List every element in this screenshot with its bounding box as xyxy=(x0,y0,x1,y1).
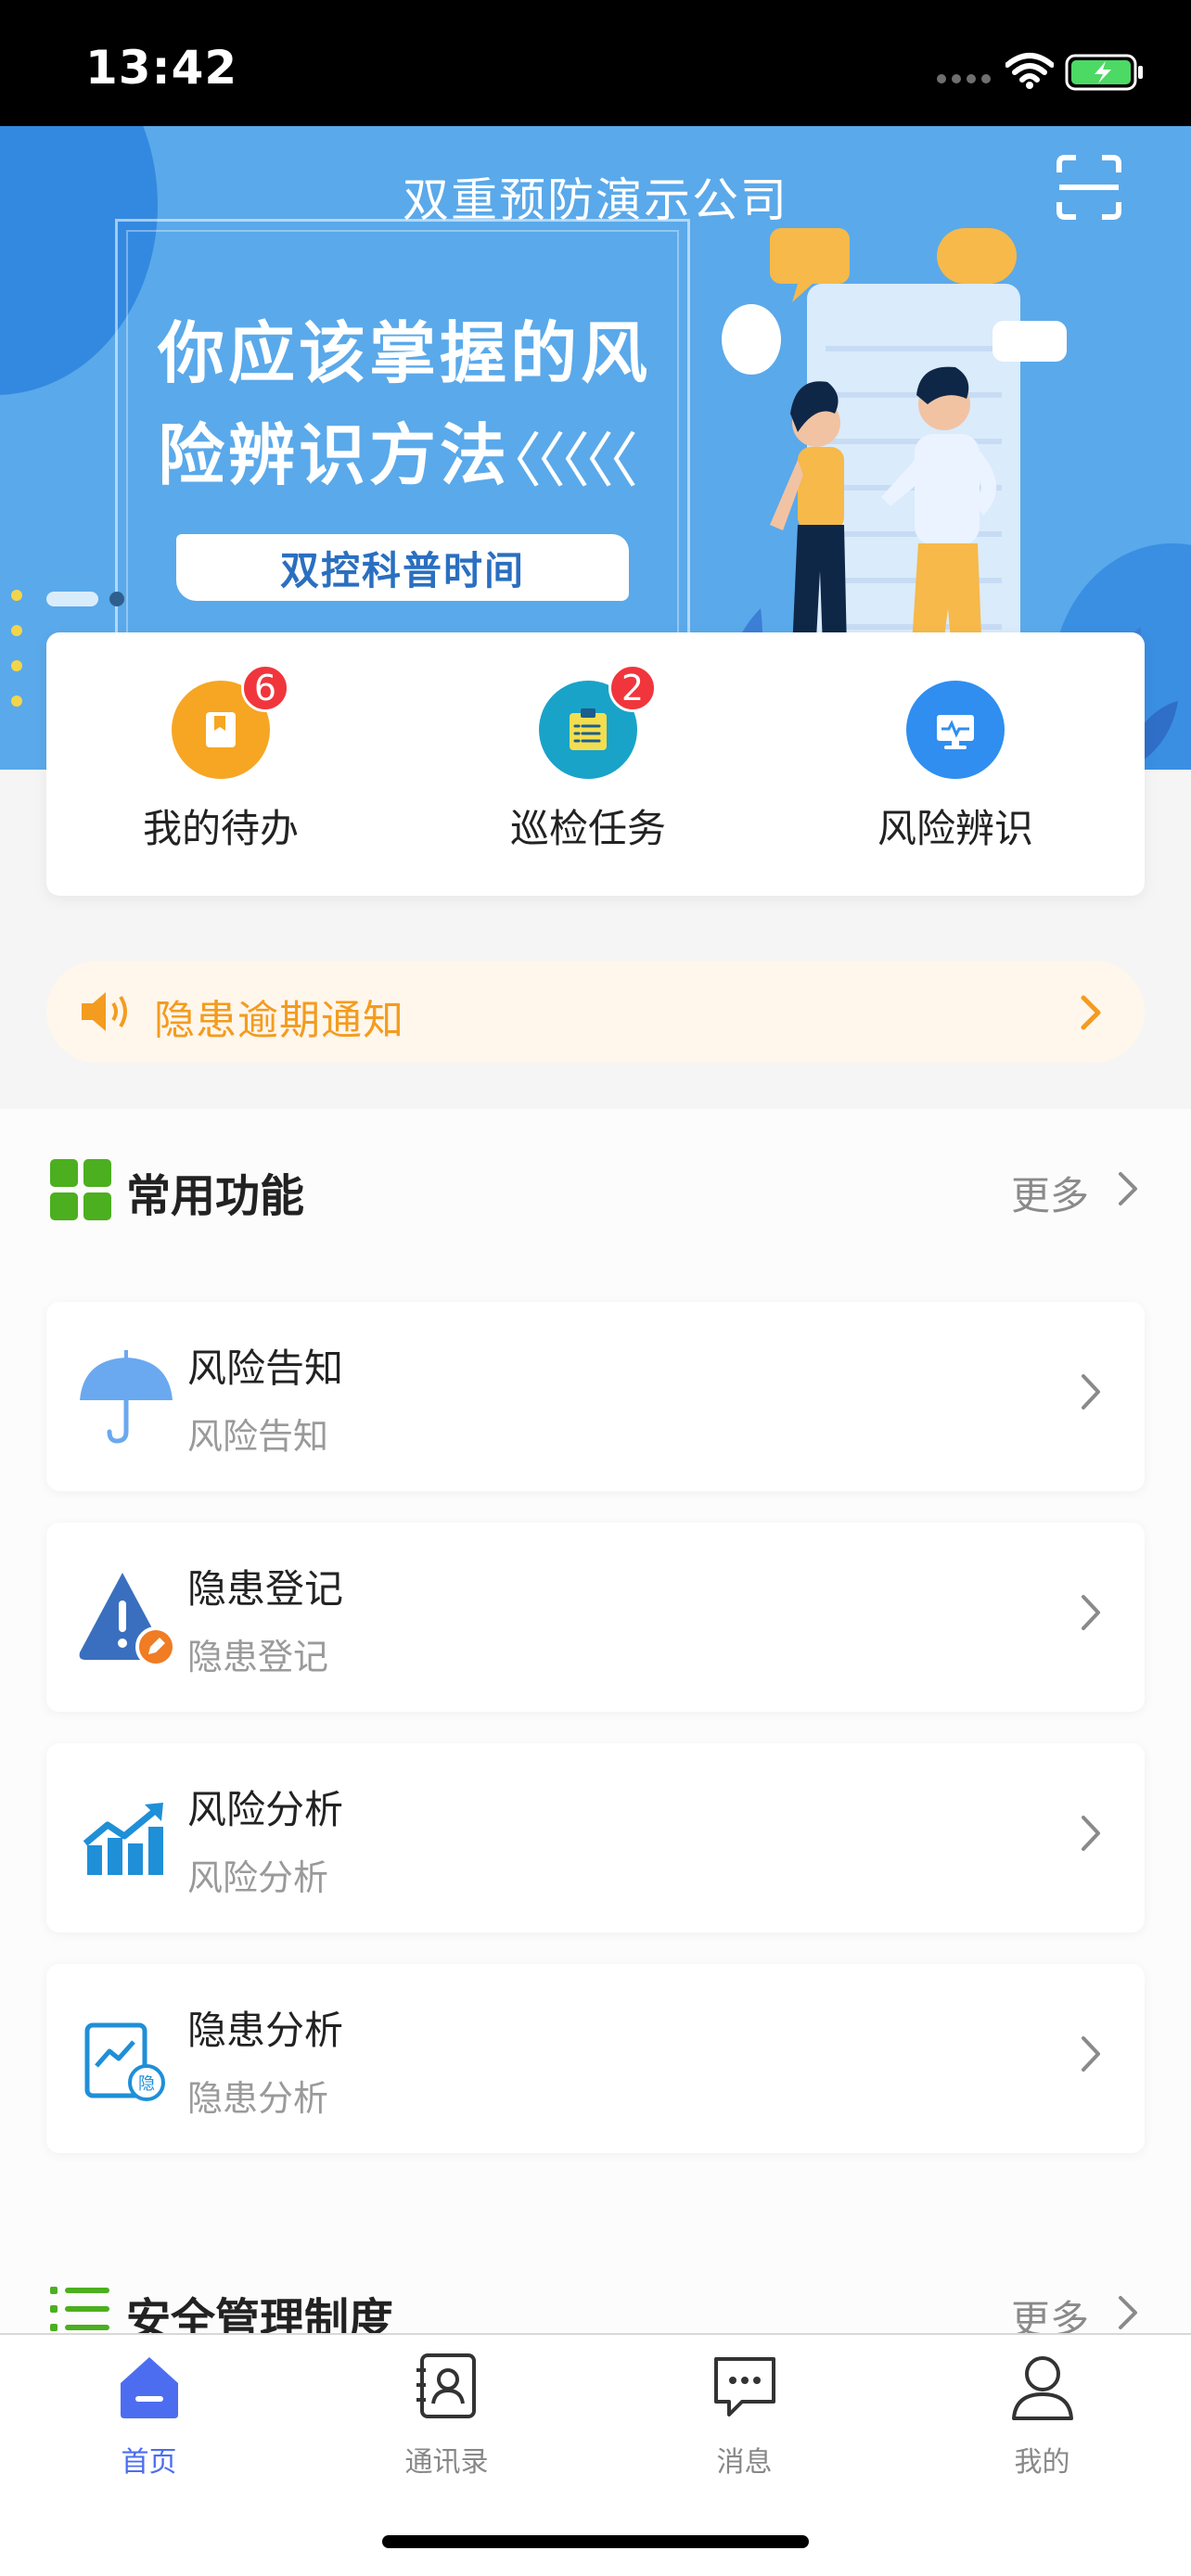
quick-action-todo[interactable]: 6 我的待办 xyxy=(63,632,378,896)
function-risk-notice[interactable]: 风险告知 风险告知 xyxy=(46,1302,1145,1491)
grid-icon xyxy=(50,1159,111,1220)
message-icon xyxy=(714,2357,775,2417)
tab-contacts[interactable]: 通讯录 xyxy=(298,2348,596,2479)
function-subtitle: 风险告知 xyxy=(187,1416,329,1457)
quick-action-label: 我的待办 xyxy=(142,806,299,851)
scan-icon[interactable] xyxy=(1056,154,1122,221)
signal-icon xyxy=(937,74,991,83)
banner-headline-2: 险辨识方法 xyxy=(158,416,511,494)
tab-label: 我的 xyxy=(1014,2446,1070,2479)
tab-label: 消息 xyxy=(716,2446,773,2479)
tab-profile[interactable]: 我的 xyxy=(893,2348,1191,2479)
section-title: 常用功能 xyxy=(126,1170,305,1222)
svg-text:隐: 隐 xyxy=(138,2074,155,2094)
banner-headline-1: 你应该掌握的风 xyxy=(158,314,652,392)
chevron-right-icon xyxy=(1082,1595,1100,1630)
function-subtitle: 隐患分析 xyxy=(187,2078,329,2119)
overdue-notice-bar[interactable]: 隐患逾期通知 xyxy=(46,961,1145,1063)
home-indicator xyxy=(382,2535,809,2548)
umbrella-icon xyxy=(80,1350,173,1444)
main-content xyxy=(0,1109,1191,2339)
function-title: 隐患分析 xyxy=(187,2008,344,2053)
chevron-right-icon xyxy=(1082,1816,1100,1851)
report-analysis-icon: 隐 xyxy=(84,2022,165,2101)
function-hazard-register[interactable]: 隐患登记 隐患登记 xyxy=(46,1523,1145,1712)
wifi-icon xyxy=(1005,53,1054,89)
tab-messages[interactable]: 消息 xyxy=(596,2348,893,2479)
chevron-right-icon xyxy=(1082,2036,1100,2072)
list-icon xyxy=(50,2287,109,2331)
user-icon xyxy=(1012,2356,1073,2420)
function-subtitle: 风险分析 xyxy=(187,1857,329,1898)
quick-action-inspection[interactable]: 2 巡检任务 xyxy=(430,632,746,896)
common-functions-header: 常用功能 更多 xyxy=(46,1150,1145,1224)
quick-action-label: 风险辨识 xyxy=(877,806,1033,851)
speaker-icon xyxy=(82,992,127,1031)
quick-action-risk-identify[interactable]: 风险辨识 xyxy=(798,632,1113,896)
banner-subtitle: 双控科普时间 xyxy=(176,534,629,601)
status-time: 13:42 xyxy=(85,41,238,95)
more-link[interactable]: 更多 xyxy=(1011,1165,1089,1221)
warning-edit-icon xyxy=(79,1573,176,1667)
tab-home[interactable]: 首页 xyxy=(0,2348,298,2479)
tab-label: 通讯录 xyxy=(404,2446,489,2479)
chevron-right-icon xyxy=(1082,1374,1100,1409)
monitor-icon xyxy=(906,681,1005,779)
quick-action-label: 巡检任务 xyxy=(509,806,666,851)
function-hazard-analysis[interactable]: 隐 隐患分析 隐患分析 xyxy=(46,1964,1145,2153)
inspection-badge: 2 xyxy=(608,664,657,712)
banner-chevrons: 〈〈〈〈〈 xyxy=(482,427,638,496)
battery-icon xyxy=(1065,54,1143,91)
carousel-indicator[interactable] xyxy=(46,592,124,606)
function-title: 隐患登记 xyxy=(187,1566,344,1612)
chevron-right-icon xyxy=(1081,995,1101,1030)
function-subtitle: 隐患登记 xyxy=(187,1637,329,1677)
chevron-right-icon[interactable] xyxy=(1117,1170,1139,1207)
quick-actions-card: 6 我的待办 2 巡检任务 风险辨识 xyxy=(46,632,1145,896)
notice-text: 隐患逾期通知 xyxy=(154,997,404,1044)
function-title: 风险分析 xyxy=(187,1787,344,1832)
home-icon xyxy=(121,2357,178,2418)
function-title: 风险告知 xyxy=(187,1345,344,1391)
status-bar: 13:42 xyxy=(0,0,1191,126)
chevron-right-icon[interactable] xyxy=(1117,2294,1139,2331)
todo-badge: 6 xyxy=(241,664,289,712)
tab-label: 首页 xyxy=(121,2446,177,2479)
function-risk-analysis[interactable]: 风险分析 风险分析 xyxy=(46,1743,1145,1932)
contacts-icon xyxy=(416,2353,476,2418)
chart-growth-icon xyxy=(83,1803,163,1875)
